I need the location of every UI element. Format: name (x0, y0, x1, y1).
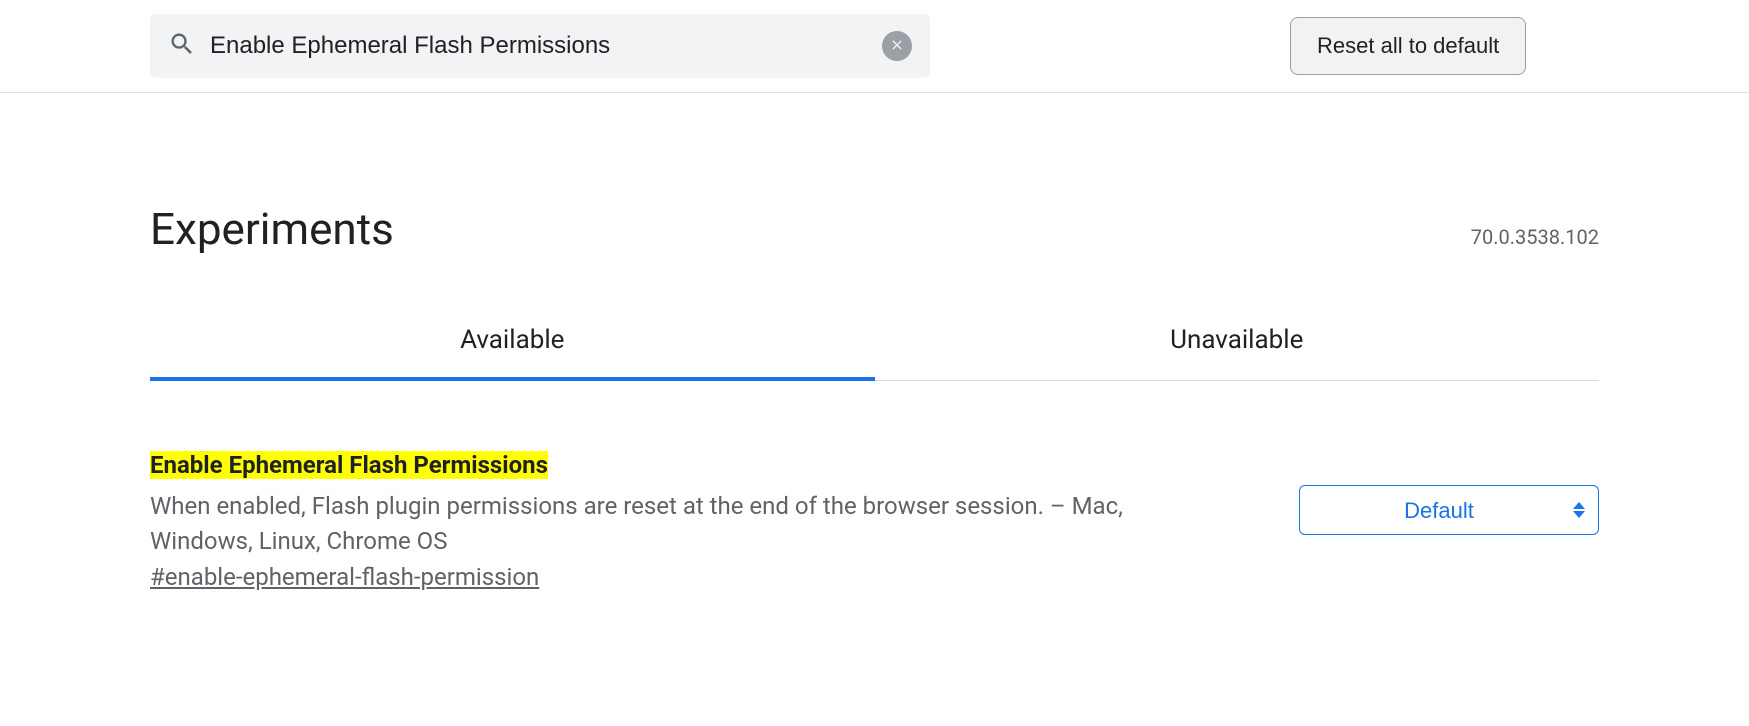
content: Experiments 70.0.3538.102 Available Unav… (0, 203, 1749, 591)
flag-body: Enable Ephemeral Flash Permissions When … (150, 451, 1210, 591)
flag-description: When enabled, Flash plugin permissions a… (150, 489, 1210, 559)
flag-title: Enable Ephemeral Flash Permissions (150, 451, 548, 479)
tab-available[interactable]: Available (150, 325, 875, 381)
version-label: 70.0.3538.102 (1471, 225, 1599, 249)
close-icon (889, 37, 905, 56)
title-row: Experiments 70.0.3538.102 (150, 203, 1599, 255)
reset-all-button[interactable]: Reset all to default (1290, 17, 1526, 75)
flag-row: Enable Ephemeral Flash Permissions When … (150, 451, 1599, 591)
tabs: Available Unavailable (150, 325, 1599, 381)
header-bar: Reset all to default (0, 0, 1749, 93)
flag-select-wrap: Default (1299, 485, 1599, 535)
search-input[interactable] (210, 32, 868, 60)
tab-unavailable[interactable]: Unavailable (875, 325, 1600, 381)
flag-hash-link[interactable]: #enable-ephemeral-flash-permission (150, 563, 539, 591)
page-title: Experiments (150, 203, 394, 255)
flag-state-select[interactable]: Default (1299, 485, 1599, 535)
search-box[interactable] (150, 14, 930, 78)
clear-search-button[interactable] (882, 31, 912, 61)
search-icon (168, 30, 196, 62)
